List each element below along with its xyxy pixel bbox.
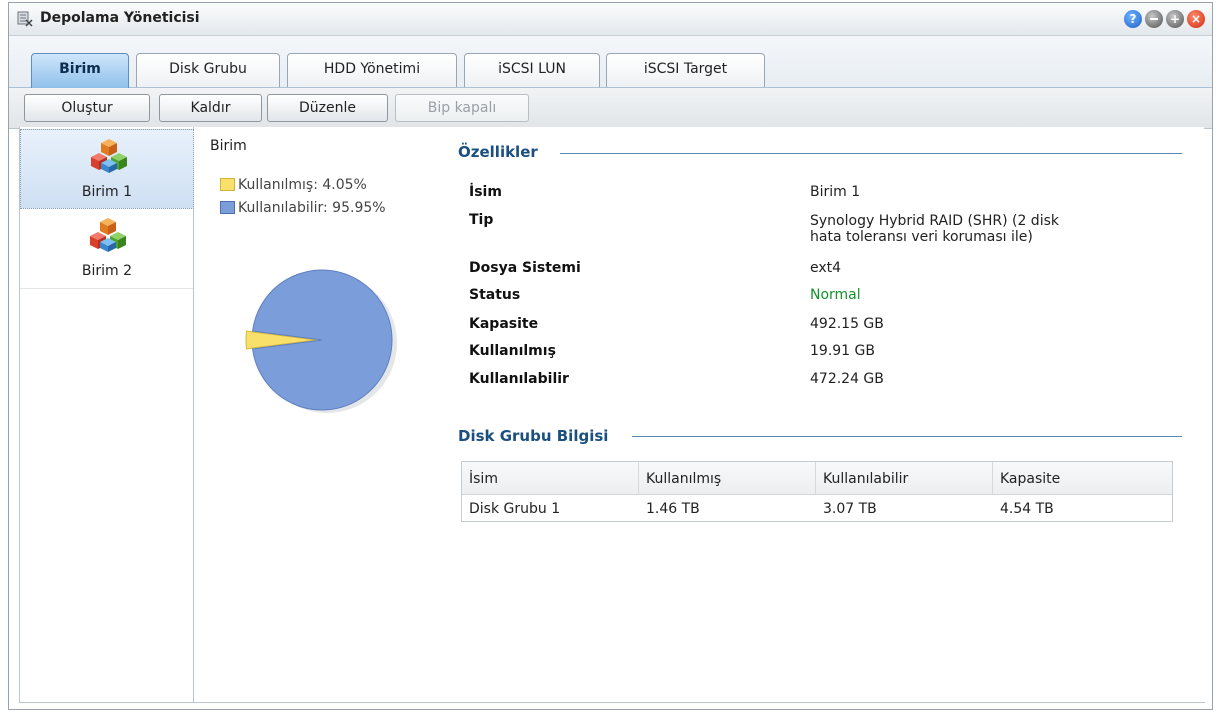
- tab-iscsi-target[interactable]: iSCSI Target: [606, 53, 765, 87]
- prop-value-filesystem: ext4: [810, 260, 842, 276]
- usage-chart-title: Birim: [210, 138, 247, 154]
- minimize-icon: [1150, 18, 1158, 20]
- prop-value-type-line: Synology Hybrid RAID (SHR) (2 disk: [810, 213, 1059, 229]
- legend-used: Kullanılmış: 4.05%: [220, 177, 367, 193]
- legend-available: Kullanılabilir: 95.95%: [220, 200, 386, 216]
- properties-section-line: [560, 153, 1182, 154]
- tab-iscsi-lun[interactable]: iSCSI LUN: [464, 53, 600, 87]
- plus-icon: +: [1169, 12, 1181, 26]
- prop-label-used: Kullanılmış: [469, 343, 556, 359]
- prop-value-capacity: 492.15 GB: [810, 316, 884, 332]
- disk-group-section-line: [632, 436, 1182, 437]
- list-divider: [20, 288, 193, 289]
- usage-pie-chart: [245, 269, 397, 413]
- disk-group-table: İsim Kullanılmış Kullanılabilir Kapasite…: [461, 461, 1173, 522]
- close-button[interactable]: ×: [1187, 10, 1205, 28]
- panel-bottom-border: [19, 702, 1205, 703]
- volume-cubes-icon: [90, 218, 126, 252]
- window-title: Depolama Yöneticisi: [40, 10, 200, 26]
- tab-disk-grubu[interactable]: Disk Grubu: [136, 53, 280, 87]
- help-button[interactable]: ?: [1124, 10, 1142, 28]
- volume-item-birim-1[interactable]: Birim 1: [20, 129, 194, 209]
- table-header: İsim Kullanılmış Kullanılabilir Kapasite: [462, 462, 1172, 495]
- edit-button[interactable]: Düzenle: [267, 94, 388, 122]
- minimize-button[interactable]: [1145, 10, 1163, 28]
- table-cell: Disk Grubu 1: [469, 501, 561, 517]
- maximize-button[interactable]: +: [1166, 10, 1184, 28]
- legend-label-available: Kullanılabilir: 95.95%: [238, 200, 386, 216]
- question-icon: ?: [1129, 12, 1137, 26]
- volume-item-label: Birim 2: [81, 263, 133, 279]
- properties-section-title: Özellikler: [458, 143, 546, 161]
- legend-swatch-available: [220, 201, 235, 214]
- prop-label-capacity: Kapasite: [469, 316, 539, 332]
- table-row[interactable]: Disk Grubu 1 1.46 TB 3.07 TB 4.54 TB: [462, 495, 1172, 522]
- toolbar: Oluştur Kaldır Düzenle Bip kapalı: [9, 88, 1212, 129]
- beep-off-button[interactable]: Bip kapalı: [395, 94, 529, 122]
- legend-label-used: Kullanılmış: 4.05%: [238, 177, 367, 193]
- prop-value-type: Synology Hybrid RAID (SHR) (2 disk hata …: [810, 213, 1150, 245]
- prop-value-available: 472.24 GB: [810, 371, 884, 387]
- prop-value-name: Birim 1: [810, 184, 861, 200]
- table-cell: 4.54 TB: [1000, 501, 1054, 517]
- prop-value-type-line: hata toleransı veri koruması ile): [810, 229, 1033, 245]
- prop-label-available: Kullanılabilir: [469, 371, 569, 387]
- close-icon: ×: [1190, 12, 1202, 26]
- volume-cubes-icon: [91, 139, 127, 173]
- prop-label-name: İsim: [469, 184, 502, 200]
- prop-label-status: Status: [469, 287, 521, 303]
- column-header-used[interactable]: Kullanılmış: [639, 462, 816, 494]
- tab-bar: Birim Disk Grubu HDD Yönetimi iSCSI LUN …: [9, 36, 1212, 88]
- volume-list: Birim 1 Birim 2: [19, 127, 194, 703]
- table-cell: 1.46 TB: [646, 501, 700, 517]
- volume-item-birim-2[interactable]: Birim 2: [20, 209, 194, 289]
- table-cell: 3.07 TB: [823, 501, 877, 517]
- tab-birim[interactable]: Birim: [31, 53, 129, 88]
- prop-value-used: 19.91 GB: [810, 343, 875, 359]
- column-header-name[interactable]: İsim: [462, 462, 639, 494]
- tab-hdd-yonetimi[interactable]: HDD Yönetimi: [287, 53, 457, 87]
- column-header-capacity[interactable]: Kapasite: [993, 462, 1172, 494]
- legend-swatch-used: [220, 178, 235, 191]
- disk-group-section-title: Disk Grubu Bilgisi: [458, 427, 617, 445]
- column-header-available[interactable]: Kullanılabilir: [816, 462, 993, 494]
- create-button[interactable]: Oluştur: [24, 94, 150, 122]
- prop-label-type: Tip: [469, 212, 494, 228]
- prop-label-filesystem: Dosya Sistemi: [469, 260, 581, 276]
- title-bar[interactable]: Depolama Yöneticisi ? + ×: [9, 3, 1212, 36]
- remove-button[interactable]: Kaldır: [159, 94, 262, 122]
- prop-value-status: Normal: [810, 287, 861, 303]
- storage-manager-icon: [17, 11, 33, 27]
- volume-item-label: Birim 1: [81, 184, 133, 200]
